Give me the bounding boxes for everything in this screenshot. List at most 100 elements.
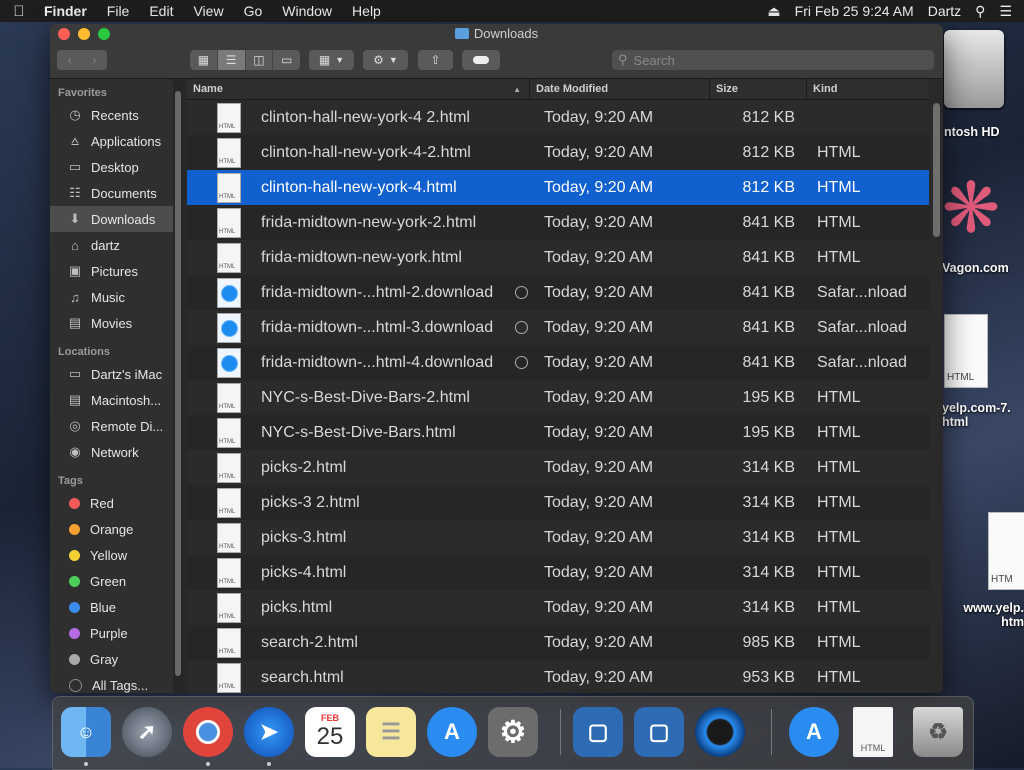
apple-menu-icon[interactable]:  [0,3,38,20]
tag-color-dot-icon [69,678,82,692]
sidebar-item-music[interactable]: ♫ Music [50,284,173,310]
sidebar-item-dartz-s-imac[interactable]: ▭ Dartz's iMac [50,361,173,387]
sidebar-item-pictures[interactable]: ▣ Pictures [50,258,173,284]
action-menu-button[interactable]: ⚙ ▼ [363,50,408,70]
spotlight-search-icon[interactable]: ⚲ [975,3,985,20]
sidebar-tag-blue[interactable]: Blue [50,594,173,620]
sidebar-item-movies[interactable]: ▤ Movies [50,310,173,336]
column-view-button[interactable]: ◫ [246,50,274,70]
sidebar-item-recents[interactable]: ◷ Recents [50,102,173,128]
sidebar-tag-gray[interactable]: Gray [50,646,173,672]
file-size: 314 KB [742,563,795,581]
sidebar-item-desktop[interactable]: ▭ Desktop [50,154,173,180]
sidebar-item-documents[interactable]: ☷ Documents [50,180,173,206]
yelp-doc-desktop-icon[interactable]: HTML [944,314,988,388]
table-row[interactable]: frida-midtown-...html-4.download Today, 9… [187,345,929,380]
eject-icon[interactable]: ⏏ [767,3,780,20]
sidebar-item-downloads[interactable]: ⬇ Downloads [50,206,173,232]
file-list-scroll-thumb[interactable] [933,103,940,237]
finder-dock-icon[interactable]: ☺ [61,707,111,757]
table-row[interactable]: frida-midtown-new-york.html Today, 9:20 A… [187,240,929,275]
safari-dock-icon[interactable]: ➤ [244,707,294,757]
gallery-view-button[interactable]: ▭ [273,50,300,70]
search-field[interactable]: ⚲ [612,50,934,70]
table-row[interactable]: frida-midtown-...html-3.download Today, 9… [187,310,929,345]
table-row[interactable]: picks-2.html Today, 9:20 AM 314 KB HTML [187,450,929,485]
column-header-size[interactable]: Size [710,79,807,99]
launchpad-dock-icon[interactable]: ➚ [122,707,172,757]
file-name-cell: search.html [187,662,530,693]
sidebar-scroll-thumb[interactable] [175,91,181,676]
sidebar-tag-purple[interactable]: Purple [50,620,173,646]
column-header-name[interactable]: Name ▲ [187,79,530,99]
wagon-desktop-label[interactable]: Vagon.com [942,261,1009,275]
table-row[interactable]: clinton-hall-new-york-4 2.html Today, 9:2… [187,100,929,135]
menu-view[interactable]: View [183,3,233,19]
sidebar-item-applications[interactable]: ⩟ Applications [50,128,173,154]
table-row[interactable]: clinton-hall-new-york-4-2.html Today, 9:2… [187,135,929,170]
table-row[interactable]: picks-3 2.html Today, 9:20 AM 314 KB HTML [187,485,929,520]
yelp-doc-desktop-label[interactable]: yelp.com-7. html [942,401,1011,429]
table-row[interactable]: NYC-s-Best-Dive-Bars-2.html Today, 9:20 A… [187,380,929,415]
menu-user[interactable]: Dartz [928,3,961,19]
sidebar-item-network[interactable]: ◉ Network [50,439,173,465]
quicktime-dock-icon[interactable] [695,707,745,757]
column-header-date[interactable]: Date Modified [530,79,710,99]
column-header-kind[interactable]: Kind [807,79,929,99]
menu-edit[interactable]: Edit [139,3,183,19]
file-name: picks-2.html [261,458,347,476]
table-row[interactable]: picks-4.html Today, 9:20 AM 314 KB HTML [187,555,929,590]
sidebar-scrollbar[interactable] [174,79,182,693]
menu-window[interactable]: Window [272,3,342,19]
table-row[interactable]: picks.html Today, 9:20 AM 314 KB HTML [187,590,929,625]
system-preferences-dock-icon[interactable]: ⚙ [488,707,538,757]
app-store-dock-icon[interactable]: A [427,707,477,757]
sidebar-tag-green[interactable]: Green [50,568,173,594]
virtualbox-vm-dock-icon[interactable]: ▢ [634,707,684,757]
sidebar-tag-yellow[interactable]: Yellow [50,542,173,568]
notes-dock-icon[interactable]: ☰ [366,707,416,757]
wagon-desktop-icon[interactable]: ❋ [938,168,1004,248]
forward-arrow-icon[interactable]: › [82,53,107,67]
table-row[interactable]: NYC-s-Best-Dive-Bars.html Today, 9:20 AM 1… [187,415,929,450]
edit-tags-button[interactable] [462,50,500,70]
sidebar-tag-red[interactable]: Red [50,490,173,516]
table-row[interactable]: search-2.html Today, 9:20 AM 985 KB HTML [187,625,929,660]
sidebar-item-dartz[interactable]: ⌂ dartz [50,232,173,258]
title-bar[interactable]: Downloads [50,24,943,44]
table-row[interactable]: clinton-hall-new-york-4.html Today, 9:20 … [187,170,929,205]
app-store-folder-dock-icon[interactable]: A [789,707,839,757]
trash-icon: ♻ [928,719,948,744]
share-button[interactable]: ⇧ [418,50,453,70]
sidebar-tag-orange[interactable]: Orange [50,516,173,542]
menu-app-finder[interactable]: Finder [38,3,97,19]
group-by-button[interactable]: ▦ ▼ [309,50,354,70]
menu-help[interactable]: Help [342,3,391,19]
table-row[interactable]: frida-midtown-...html-2.download Today, 9… [187,275,929,310]
macintosh-hd-desktop-label[interactable]: ntosh HD [944,125,1000,139]
menu-go[interactable]: Go [234,3,273,19]
html-document-dock-icon[interactable]: HTML [853,707,893,757]
yelp-doc2-desktop-icon[interactable]: HTM [988,512,1024,590]
sidebar-tag-all-tags[interactable]: All Tags... [50,672,173,693]
calendar-day: 25 [316,723,344,750]
virtualbox-dock-icon[interactable]: ▢ [573,707,623,757]
table-row[interactable]: search.html Today, 9:20 AM 953 KB HTML [187,660,929,693]
sidebar-item-remote-di[interactable]: ◎ Remote Di... [50,413,173,439]
yelp-doc2-desktop-label[interactable]: www.yelp. htm [960,601,1024,629]
search-input[interactable] [631,51,916,69]
table-row[interactable]: frida-midtown-new-york-2.html Today, 9:20… [187,205,929,240]
notification-center-icon[interactable]: ☰ [999,3,1012,20]
back-arrow-icon[interactable]: ‹ [57,53,82,67]
sidebar-item-macintosh[interactable]: ▤ Macintosh... [50,387,173,413]
icon-view-button[interactable]: ▦ [190,50,218,70]
file-list-scrollbar[interactable] [930,79,943,693]
menu-clock[interactable]: Fri Feb 25 9:24 AM [795,3,914,19]
list-view-button[interactable]: ☰ [217,50,246,70]
trash-dock-icon[interactable]: ♻ [913,707,963,757]
menu-file[interactable]: File [97,3,140,19]
macintosh-hd-desktop-icon[interactable] [944,30,1004,108]
chrome-dock-icon[interactable] [183,707,233,757]
calendar-dock-icon[interactable]: FEB 25 [305,707,355,757]
table-row[interactable]: picks-3.html Today, 9:20 AM 314 KB HTML [187,520,929,555]
